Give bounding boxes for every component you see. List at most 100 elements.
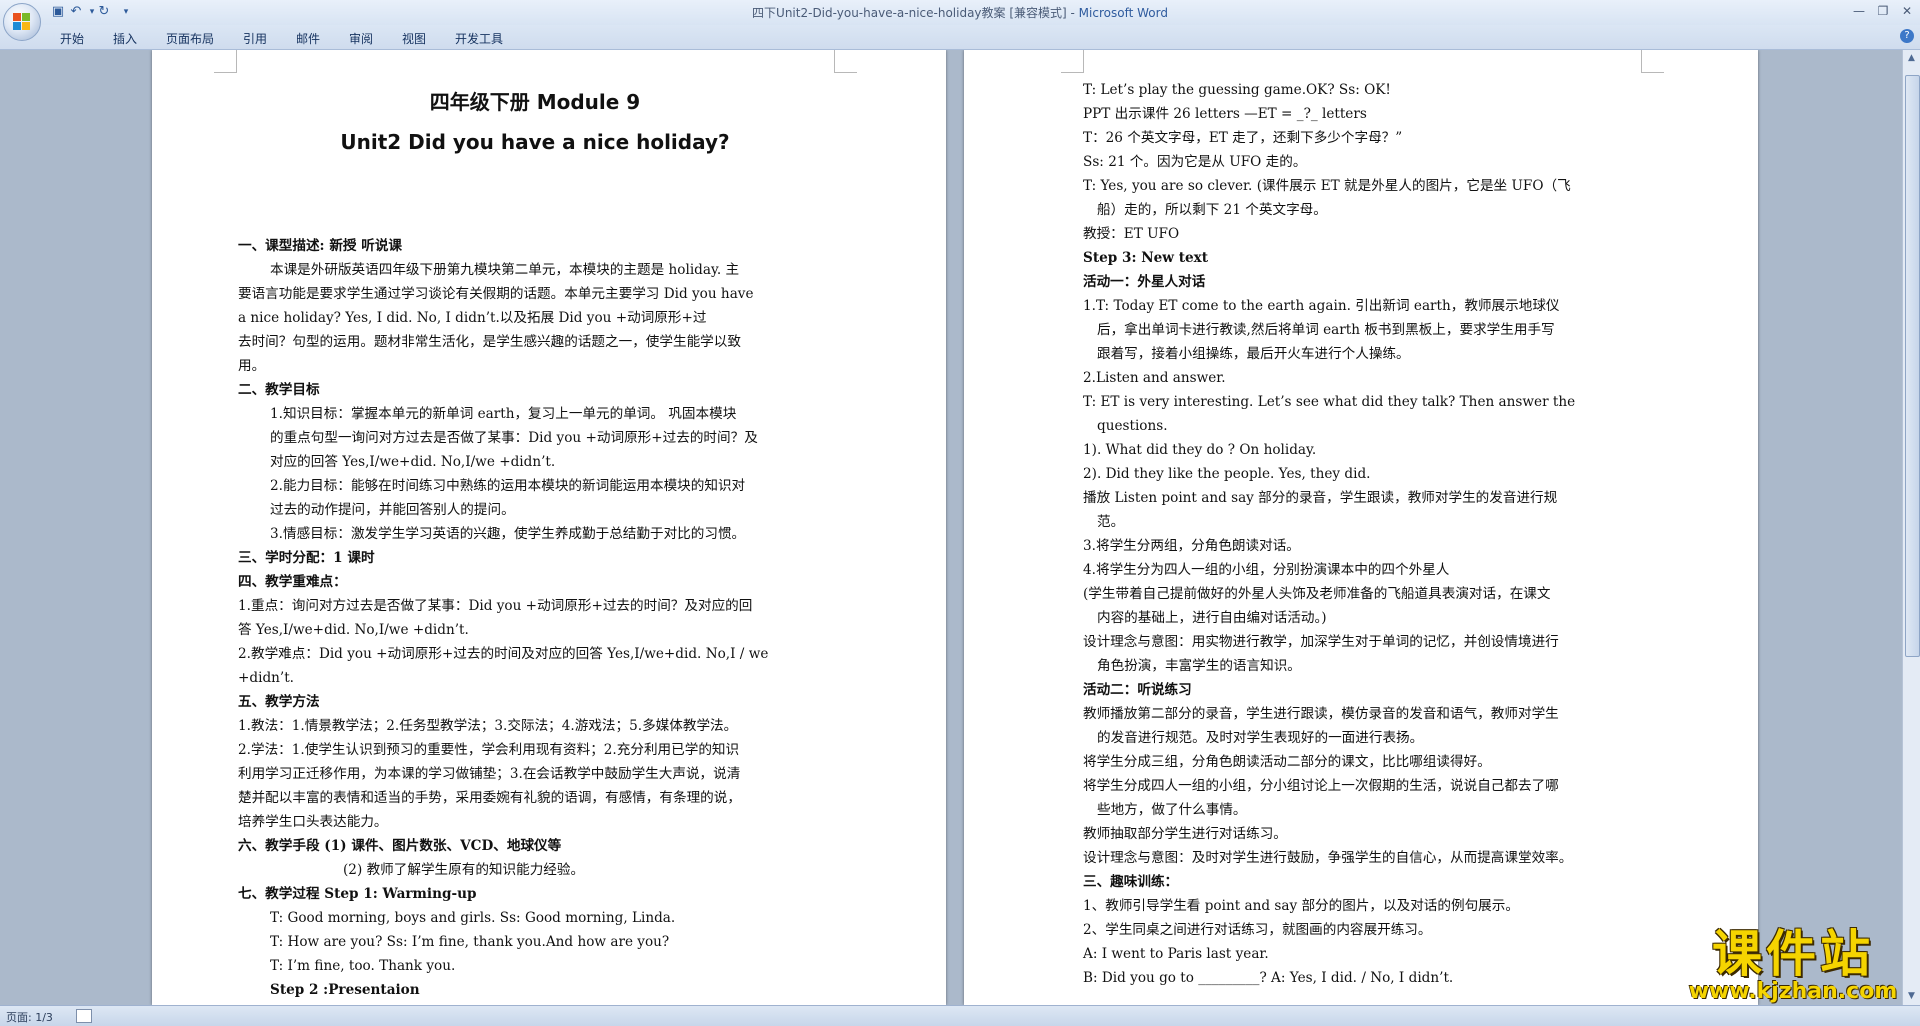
office-button[interactable] bbox=[3, 3, 41, 41]
paragraph-line: T: Good morning, boys and girls. Ss: Goo… bbox=[270, 910, 676, 926]
margin-corner-mark bbox=[1061, 50, 1084, 73]
paragraph-line: 三、趣味训练： bbox=[1083, 874, 1179, 890]
paragraph-line: 楚并配以丰富的表情和适当的手势，采用委婉有礼貌的语调，有感情，有条理的说， bbox=[238, 790, 741, 806]
page-1-lines: 一、课型描述: 新授 听说课本课是外研版英语四年级下册第九模块第二单元，本模块的… bbox=[238, 234, 832, 1002]
tab-insert[interactable]: 插入 bbox=[113, 30, 137, 47]
watermark-text: 课件站 bbox=[1712, 925, 1874, 983]
paragraph-line: 三、学时分配：1 课时 bbox=[238, 550, 375, 566]
paragraph-line: +didn’t. bbox=[238, 670, 295, 686]
paragraph-line: 的重点句型一询问对方过去是否做了某事：Did you +动词原形+过去的时间？及 bbox=[270, 430, 758, 446]
paragraph-line: 培养学生口头表达能力。 bbox=[238, 814, 388, 830]
paragraph-line: 1.知识目标：掌握本单元的新单词 earth，复习上一单元的单词。 巩固本模块 bbox=[270, 406, 737, 422]
margin-corner-mark bbox=[1641, 50, 1664, 73]
paragraph-line: 范。 bbox=[1097, 514, 1125, 530]
paragraph-line: 七、教学过程 Step 1: Warming-up bbox=[238, 886, 477, 902]
paragraph-line: 将学生分成四人一组的小组，分小组讨论上一次假期的生活，说说自己都去了哪 bbox=[1083, 778, 1559, 794]
paragraph-line: 教授：ET UFO bbox=[1083, 226, 1180, 242]
tab-developer[interactable]: 开发工具 bbox=[455, 30, 503, 47]
paragraph-line: 六、教学手段 (1) 课件、图片数张、VCD、地球仪等 bbox=[238, 838, 562, 854]
close-icon[interactable]: ✕ bbox=[1896, 2, 1918, 20]
minimize-icon[interactable]: — bbox=[1848, 2, 1870, 20]
paragraph-line: 一、课型描述: 新授 听说课 bbox=[238, 238, 403, 254]
paragraph-line: 1). What did they do ? On holiday. bbox=[1083, 442, 1317, 458]
paragraph-line: 五、教学方法 bbox=[238, 694, 320, 710]
watermark-logo: 课件站 www.kjzhan.com bbox=[1670, 925, 1916, 1005]
help-icon[interactable]: ? bbox=[1900, 29, 1914, 43]
paragraph-line: 1、教师引导学生看 point and say 部分的图片，以及对话的例句展示。 bbox=[1083, 898, 1519, 914]
paragraph-line: questions. bbox=[1097, 418, 1168, 434]
app-name: Microsoft Word bbox=[1078, 6, 1168, 20]
paragraph-line: 2、学生同桌之间进行对话练习，就图画的内容展开练习。 bbox=[1083, 922, 1432, 938]
title-bar: ▣ ↶ ▾ ↻ ▾ 四下Unit2-Did-you-have-a-nice-ho… bbox=[0, 0, 1920, 41]
paragraph-line: 船）走的，所以剩下 21 个英文字母。 bbox=[1097, 202, 1327, 218]
scrollbar-thumb[interactable] bbox=[1905, 75, 1920, 657]
watermark-url: www.kjzhan.com bbox=[1688, 979, 1898, 1004]
document-title: 四下Unit2-Did-you-have-a-nice-holiday教案 [兼… bbox=[752, 6, 1079, 20]
paragraph-line: 设计理念与意图：及时对学生进行鼓励，争强学生的自信心，从而提高课堂效率。 bbox=[1083, 850, 1573, 866]
document-page-2[interactable]: T: Let’s play the guessing game.OK? Ss: … bbox=[964, 50, 1758, 1005]
margin-corner-mark bbox=[214, 50, 237, 73]
vertical-scrollbar[interactable]: ▲ ▼ bbox=[1902, 50, 1920, 1005]
window-title: 四下Unit2-Did-you-have-a-nice-holiday教案 [兼… bbox=[0, 4, 1920, 21]
ribbon-tab-bar: 开始 插入 页面布局 引用 邮件 审阅 视图 开发工具 ? bbox=[0, 25, 1920, 50]
paragraph-line: 二、教学目标 bbox=[238, 382, 320, 398]
tab-review[interactable]: 审阅 bbox=[349, 30, 373, 47]
paragraph-line: 答 Yes,I/we+did. No,I/we +didn’t. bbox=[238, 622, 469, 638]
paragraph-line: 1.T: Today ET come to the earth again. 引… bbox=[1083, 298, 1560, 314]
blank-paragraphs bbox=[238, 162, 832, 234]
tab-view[interactable]: 视图 bbox=[402, 30, 426, 47]
paragraph-line: 4.将学生分为四人一组的小组，分别扮演课本中的四个外星人 bbox=[1083, 562, 1450, 578]
doc-subtitle: Unit2 Did you have a nice holiday? bbox=[340, 130, 730, 154]
paragraph-line: 用。 bbox=[238, 358, 266, 374]
paragraph-line: 设计理念与意图：用实物进行教学，加深学生对于单词的记忆，并创设情境进行 bbox=[1083, 634, 1559, 650]
paragraph-line: T：26 个英文字母，ET 走了，还剩下多少个字母？” bbox=[1083, 130, 1403, 146]
proofing-icon[interactable] bbox=[76, 1009, 92, 1023]
paragraph-line: 过去的动作提问，并能回答别人的提问。 bbox=[270, 502, 515, 518]
paragraph-line: 2.能力目标：能够在时间练习中熟练的运用本模块的新词能运用本模块的知识对 bbox=[270, 478, 746, 494]
paragraph-line: 去时间？句型的运用。题材非常生活化，是学生感兴趣的话题之一，使学生能学以致 bbox=[238, 334, 741, 350]
paragraph-line: Ss: 21 个。因为它是从 UFO 走的。 bbox=[1083, 154, 1307, 170]
paragraph-line: T: ET is very interesting. Let’s see wha… bbox=[1083, 394, 1576, 410]
paragraph-line: A: I went to Paris last year. bbox=[1083, 946, 1269, 962]
tab-references[interactable]: 引用 bbox=[243, 30, 267, 47]
tab-page-layout[interactable]: 页面布局 bbox=[166, 30, 214, 47]
paragraph-line: PPT 出示课件 26 letters —ET = _?_ letters bbox=[1083, 106, 1367, 122]
page-2-lines: T: Let’s play the guessing game.OK? Ss: … bbox=[1083, 78, 1639, 990]
paragraph-line: 3.将学生分两组，分角色朗读对话。 bbox=[1083, 538, 1300, 554]
paragraph-line: 活动二：听说练习 bbox=[1083, 682, 1192, 698]
paragraph-line: 本课是外研版英语四年级下册第九模块第二单元，本模块的主题是 holiday. 主 bbox=[270, 262, 740, 278]
paragraph-line: 内容的基础上，进行自由编对话活动。) bbox=[1097, 610, 1327, 626]
paragraph-line: 活动一：外星人对话 bbox=[1083, 274, 1206, 290]
paragraph-line: 播放 Listen point and say 部分的录音，学生跟读，教师对学生… bbox=[1083, 490, 1558, 506]
doc-title: 四年级下册 Module 9 bbox=[429, 90, 641, 114]
paragraph-line: 教师播放第二部分的录音，学生进行跟读，模仿录音的发音和语气，教师对学生 bbox=[1083, 706, 1559, 722]
document-workspace: 四年级下册 Module 9 Unit2 Did you have a nice… bbox=[0, 50, 1902, 1005]
page-indicator[interactable]: 页面: 1/3 bbox=[6, 1009, 53, 1025]
status-bar: 页面: 1/3 bbox=[0, 1005, 1920, 1026]
paragraph-line: 的发音进行规范。及时对学生表现好的一面进行表扬。 bbox=[1097, 730, 1424, 746]
tab-home[interactable]: 开始 bbox=[60, 30, 84, 47]
paragraph-line: T: I’m fine, too. Thank you. bbox=[270, 958, 456, 974]
paragraph-line: 1.重点：询问对方过去是否做了某事：Did you +动词原形+过去的时间？及对… bbox=[238, 598, 753, 614]
paragraph-line: Step 3: New text bbox=[1083, 250, 1209, 266]
tab-mailings[interactable]: 邮件 bbox=[296, 30, 320, 47]
paragraph-line: 将学生分成三组，分角色朗读活动二部分的课文，比比哪组读得好。 bbox=[1083, 754, 1491, 770]
paragraph-line: 些地方，做了什么事情。 bbox=[1097, 802, 1247, 818]
office-logo-icon bbox=[13, 13, 31, 31]
paragraph-line: Step 2 :Presentaion bbox=[270, 982, 420, 998]
paragraph-line: 2.教学难点：Did you +动词原形+过去的时间及对应的回答 Yes,I/w… bbox=[238, 646, 769, 662]
scroll-up-icon[interactable]: ▲ bbox=[1905, 52, 1918, 65]
paragraph-line: 教师抽取部分学生进行对话练习。 bbox=[1083, 826, 1287, 842]
paragraph-line: 四、教学重难点： bbox=[238, 574, 347, 590]
paragraph-line: 角色扮演，丰富学生的语言知识。 bbox=[1097, 658, 1301, 674]
paragraph-line: 1.教法：1.情景教学法；2.任务型教学法；3.交际法；4.游戏法；5.多媒体教… bbox=[238, 718, 738, 734]
paragraph-line: (2) 教师了解学生原有的知识能力经验。 bbox=[343, 862, 585, 878]
paragraph-line: 2.学法：1.使学生认识到预习的重要性，学会利用现有资料；2.充分利用已学的知识 bbox=[238, 742, 740, 758]
restore-icon[interactable]: ❐ bbox=[1872, 2, 1894, 20]
paragraph-line: T: How are you? Ss: I’m fine, thank you.… bbox=[270, 934, 670, 950]
document-page-1[interactable]: 四年级下册 Module 9 Unit2 Did you have a nice… bbox=[152, 50, 946, 1005]
paragraph-line: T: Yes, you are so clever. (课件展示 ET 就是外星… bbox=[1083, 178, 1571, 194]
paragraph-line: B: Did you go to _________? A: Yes, I di… bbox=[1083, 970, 1454, 986]
paragraph-line: 对应的回答 Yes,I/we+did. No,I/we +didn’t. bbox=[270, 454, 556, 470]
paragraph-line: 2.Listen and answer. bbox=[1083, 370, 1226, 386]
